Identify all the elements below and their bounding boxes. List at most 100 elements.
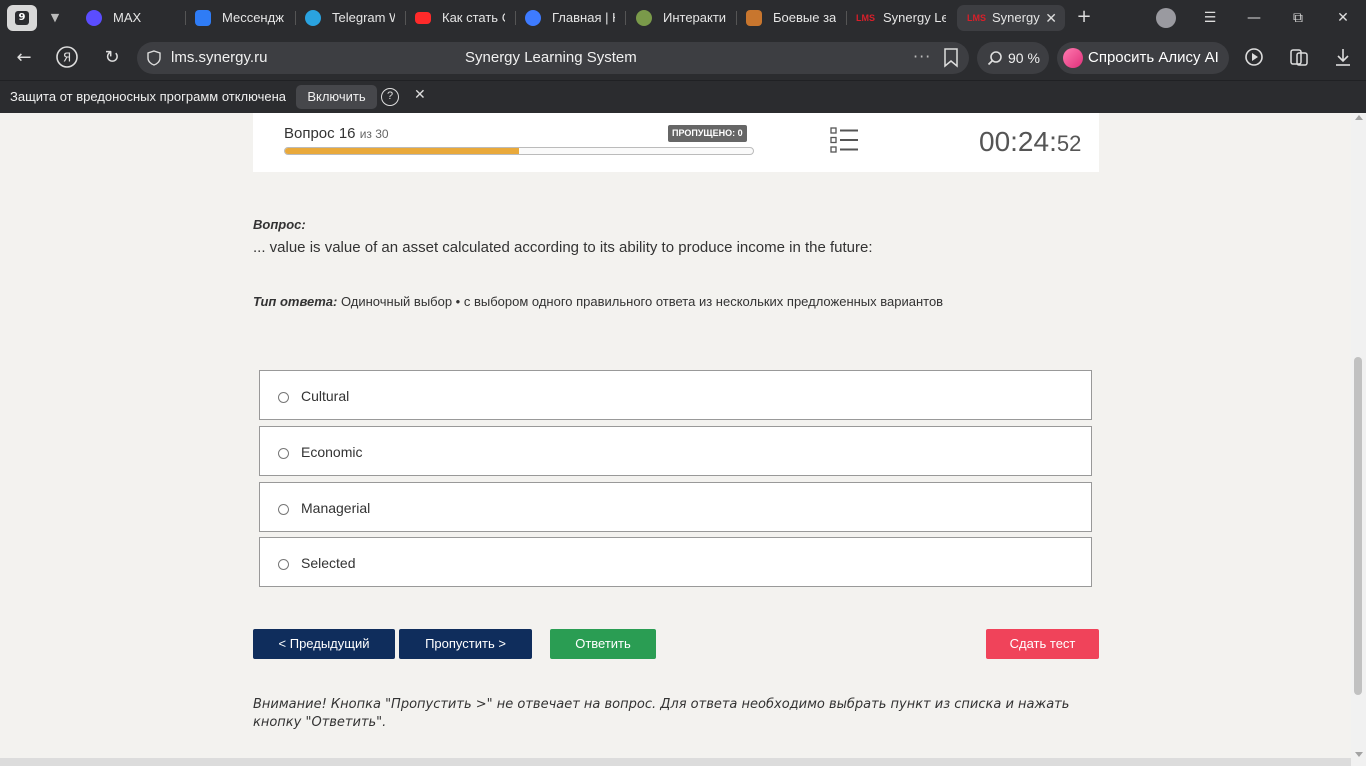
tab-synergy-active[interactable]: LMS Synergy ✕	[957, 5, 1065, 31]
zoom-icon	[987, 51, 1002, 66]
alice-icon	[1063, 48, 1083, 68]
timer-seconds: 52	[1056, 131, 1082, 156]
infobar-message: Защита от вредоносных программ отключена	[10, 89, 287, 104]
tab-game[interactable]: Боевые за	[746, 5, 836, 31]
radio-button[interactable]	[278, 448, 289, 459]
ask-alice-button[interactable]: Спросить Алису AI	[1057, 42, 1229, 74]
download-icon[interactable]	[1331, 46, 1355, 70]
tab-strip: 9 ▼ MAX Мессендж Telegram W Как стать С …	[0, 0, 1366, 36]
tab-counter: 9	[15, 11, 29, 25]
zoom-value: 90 %	[1008, 50, 1040, 66]
menu-icon[interactable]: ☰	[1198, 6, 1222, 30]
scroll-up-icon[interactable]	[1355, 115, 1363, 120]
reload-icon[interactable]: ↻	[100, 46, 124, 70]
scroll-down-icon[interactable]	[1355, 752, 1363, 757]
restore-icon[interactable]: ⧉	[1286, 6, 1310, 30]
page-content: Вопрос 16 из 30 ПРОПУЩЕНО: 0 00:24:52 Во…	[0, 113, 1351, 766]
messenger-icon	[195, 10, 211, 26]
minimize-icon[interactable]: —	[1242, 6, 1266, 30]
tab-main[interactable]: Главная | Н	[525, 5, 615, 31]
tab-label: Synergy	[992, 10, 1040, 25]
tab-label: Боевые за	[773, 10, 836, 25]
skipped-badge: ПРОПУЩЕНО: 0	[668, 125, 747, 142]
question-total: из 30	[359, 127, 389, 141]
media-icon[interactable]	[1243, 46, 1267, 70]
answer-type-value: Одиночный выбор • с выбором одного прави…	[337, 294, 944, 309]
answer-option-label: Economic	[301, 444, 363, 460]
tab-counter-button[interactable]: 9	[7, 5, 37, 31]
game-icon	[746, 10, 762, 26]
shield-icon	[147, 50, 161, 66]
tab-separator	[295, 11, 296, 25]
zoom-indicator[interactable]: 90 %	[977, 42, 1049, 74]
security-infobar: Защита от вредоносных программ отключена…	[0, 80, 1366, 113]
profile-avatar[interactable]	[1156, 8, 1176, 28]
tab-separator	[625, 11, 626, 25]
window-close-icon[interactable]: ✕	[1331, 6, 1355, 30]
tab-synergy-1[interactable]: LMS Synergy Le	[856, 5, 946, 31]
lms-icon: LMS	[967, 13, 986, 23]
tab-label: MAX	[113, 10, 142, 25]
yandex-icon[interactable]: Я	[55, 45, 79, 69]
enable-protection-button[interactable]: Включить	[296, 85, 377, 109]
question-label: Вопрос:	[253, 217, 306, 232]
countdown-timer: 00:24:52	[979, 126, 1081, 158]
previous-button[interactable]: < Предыдущий	[253, 629, 395, 659]
tab-interactive[interactable]: Интеракти	[636, 5, 726, 31]
chevron-down-icon[interactable]: ▼	[42, 5, 68, 31]
navigation-bar: ← Я ↻ lms.synergy.ru Synergy Learning Sy…	[0, 36, 1366, 80]
help-icon[interactable]: ?	[381, 88, 399, 106]
answer-option-label: Managerial	[301, 500, 371, 516]
tab-separator	[185, 11, 186, 25]
answer-option[interactable]: Cultural	[259, 370, 1092, 420]
answer-option[interactable]: Economic	[259, 426, 1092, 476]
tab-max[interactable]: MAX	[86, 5, 178, 31]
lms-icon: LMS	[856, 13, 875, 23]
answer-type-label: Тип ответа:	[253, 294, 338, 309]
address-domain: lms.synergy.ru	[171, 49, 268, 66]
scrollbar-thumb[interactable]	[1354, 357, 1362, 695]
tab-youtube[interactable]: Как стать С	[415, 5, 505, 31]
tab-label: Telegram W	[332, 10, 395, 25]
page-bottom-edge	[0, 758, 1351, 766]
close-icon[interactable]: ✕	[414, 87, 426, 103]
radio-button[interactable]	[278, 504, 289, 515]
tab-separator	[515, 11, 516, 25]
answer-button[interactable]: Ответить	[550, 629, 656, 659]
tab-telegram[interactable]: Telegram W	[305, 5, 395, 31]
address-page-title: Synergy Learning System	[465, 49, 637, 66]
telegram-icon	[305, 10, 321, 26]
collections-icon[interactable]	[1287, 46, 1311, 70]
site-icon	[525, 10, 541, 26]
tab-label: Интеракти	[663, 10, 726, 25]
address-bar[interactable]: lms.synergy.ru Synergy Learning System ·…	[137, 42, 969, 74]
back-arrow-icon[interactable]: ←	[12, 46, 36, 70]
tab-label: Мессендж	[222, 10, 284, 25]
tab-separator	[736, 11, 737, 25]
radio-button[interactable]	[278, 392, 289, 403]
tab-label: Как стать С	[442, 10, 505, 25]
globe-icon	[636, 10, 652, 26]
question-text: ... value is value of an asset calculate…	[253, 239, 873, 256]
close-icon[interactable]: ✕	[1045, 5, 1057, 31]
skip-warning: Внимание! Кнопка "Пропустить >" не отвеч…	[253, 697, 1070, 730]
alice-label: Спросить Алису AI	[1088, 49, 1219, 66]
max-icon	[86, 10, 102, 26]
new-tab-button[interactable]: +	[1072, 6, 1096, 30]
progress-bar	[284, 147, 754, 155]
bookmark-icon[interactable]	[943, 48, 959, 68]
tab-separator	[405, 11, 406, 25]
more-icon[interactable]: ···	[913, 47, 931, 66]
submit-test-button[interactable]: Сдать тест	[986, 629, 1099, 659]
tab-messenger[interactable]: Мессендж	[195, 5, 287, 31]
radio-button[interactable]	[278, 559, 289, 570]
skip-button[interactable]: Пропустить >	[399, 629, 532, 659]
progress-fill	[285, 148, 519, 154]
timer-main: 00:24:	[979, 126, 1057, 157]
tab-label: Synergy Le	[883, 10, 946, 25]
test-header: Вопрос 16 из 30 ПРОПУЩЕНО: 0 00:24:52	[253, 113, 1099, 172]
question-list-icon[interactable]	[830, 126, 860, 154]
svg-text:Я: Я	[63, 51, 71, 65]
answer-option[interactable]: Managerial	[259, 482, 1092, 532]
answer-option[interactable]: Selected	[259, 537, 1092, 587]
